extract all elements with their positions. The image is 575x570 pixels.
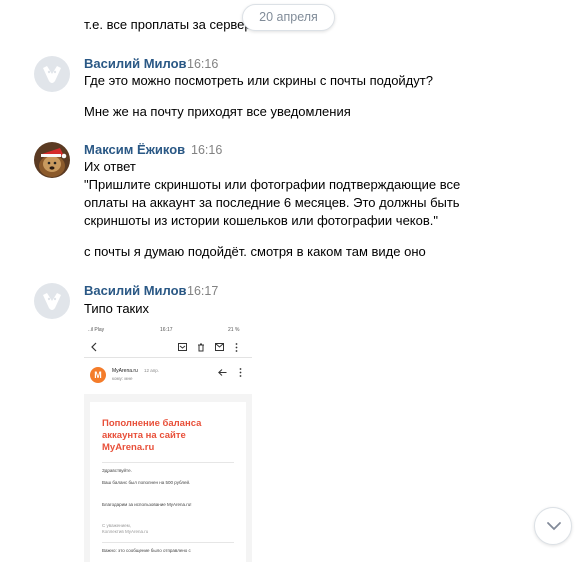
divider [102, 542, 234, 543]
status-battery: 21 % [228, 327, 240, 333]
back-arrow-icon [91, 342, 97, 352]
message-text: Их ответ [84, 159, 136, 174]
email-line: Благодарим за использование MyArena.ru! [102, 502, 192, 507]
scroll-down-button[interactable] [534, 507, 572, 545]
chevron-down-icon [547, 522, 561, 531]
email-footer: Важно: это сообщение было отправлено с [102, 548, 191, 553]
email-team: Коллектив MyArena.ru [102, 529, 149, 534]
default-avatar-icon [34, 56, 70, 92]
avatar[interactable] [34, 142, 70, 178]
author-name[interactable]: Максим Ёжиков [84, 142, 185, 158]
author-name[interactable]: Василий Милов [84, 283, 187, 299]
message-text: "Пришлите скриншоты или фотографии подтв… [84, 177, 461, 192]
author-name[interactable]: Василий Милов [84, 56, 187, 72]
more-icon [239, 368, 242, 377]
divider [102, 462, 234, 463]
message-text: Мне же на почту приходят все уведомления [84, 104, 351, 119]
photo-attachment[interactable]: ..il Play 16:17 21 % M MyArena.ru 12 апр… [84, 324, 252, 562]
sender-avatar: M [90, 367, 106, 383]
reply-icon [218, 369, 227, 376]
message-time[interactable]: 16:16 [191, 142, 222, 158]
avatar[interactable] [34, 283, 70, 319]
status-carrier: ..il Play [88, 327, 105, 333]
default-avatar-icon [34, 283, 70, 319]
profile-photo [34, 142, 70, 178]
message-text: с почты я думаю подойдёт. смотря в каком… [84, 244, 426, 259]
more-icon [235, 343, 238, 352]
chat-history: т.е. все проплаты за сервер 20 апреля Ва… [0, 0, 575, 570]
email-card: Пополнение баланса аккаунта на сайте MyA… [90, 402, 246, 562]
archive-icon [178, 343, 187, 351]
mail-sender-row: M MyArena.ru 12 апр. кому: мне [84, 358, 252, 394]
email-line: Ваш баланс был пополнен на 500 рублей. [102, 480, 191, 485]
date-separator[interactable]: 20 апреля [242, 4, 335, 31]
message-text: скриншоты из истории кошельков или фотог… [84, 213, 439, 228]
status-time: 16:17 [160, 327, 173, 333]
mail-icon [215, 343, 224, 351]
sender-name: MyArena.ru [112, 368, 138, 374]
sender-date: 12 апр. [144, 368, 159, 373]
message-time[interactable]: 16:17 [187, 283, 218, 299]
phone-status-bar: ..il Play 16:17 21 % [84, 324, 252, 336]
message-text: оплаты на аккаунт за последние 6 месяцев… [84, 195, 460, 210]
message-text: Типо таких [84, 301, 149, 316]
trash-icon [198, 343, 204, 352]
message-time[interactable]: 16:16 [187, 56, 218, 72]
message-text: Где это можно посмотреть или скрины с по… [84, 73, 433, 88]
email-greeting: Здравствуйте. [102, 468, 132, 473]
sender-recipient: кому: мне [112, 376, 133, 381]
avatar[interactable] [34, 56, 70, 92]
email-heading: Пополнение баланса аккаунта на сайте MyA… [102, 418, 202, 453]
mail-toolbar [84, 336, 252, 358]
